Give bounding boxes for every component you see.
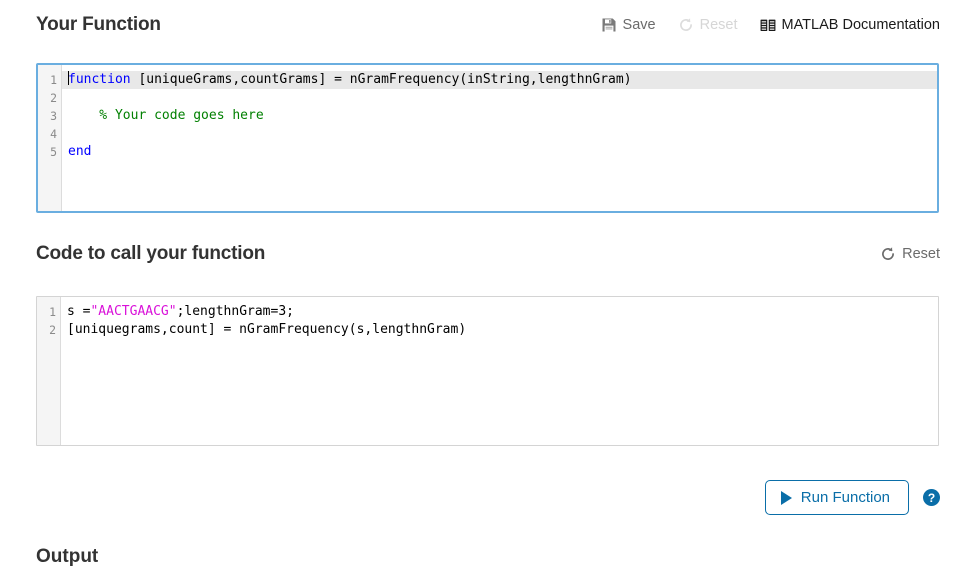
code-token: [uniquegrams,count] = nGramFrequency(s,l… (67, 322, 467, 337)
reset-call-button[interactable]: Reset (880, 246, 940, 262)
code-token: % Your code goes here (68, 108, 264, 123)
call-code-editor[interactable]: 12 s ="AACTGAACG";lengthnGram=3; [uniqueg… (36, 296, 939, 446)
matlab-documentation-label: MATLAB Documentation (781, 17, 941, 33)
function-code-editor[interactable]: 1 2 3 4 5 function [uniqueGrams,countGrams] … (36, 63, 939, 213)
code-line: s ="AACTGAACG";lengthnGram=3; (61, 303, 938, 321)
call-editor-gutter: 12 (37, 297, 61, 445)
refresh-icon (880, 246, 896, 262)
save-label: Save (622, 17, 656, 33)
code-token: [uniqueGrams,countGrams] = nGramFrequenc… (130, 72, 632, 87)
line-number: 4 (50, 127, 57, 141)
code-token: "AACTGAACG" (90, 304, 177, 319)
refresh-icon (678, 17, 694, 33)
line-number: 1 (50, 73, 57, 87)
book-icon (760, 17, 776, 33)
run-row: Run Function ? (764, 480, 940, 515)
code-line: function [uniqueGrams,countGrams] = nGra… (62, 71, 937, 89)
code-line: end (62, 143, 937, 161)
reset-function-label: Reset (699, 17, 738, 33)
reset-call-label: Reset (902, 246, 940, 262)
code-line: [uniquegrams,count] = nGramFrequency(s,l… (61, 321, 938, 339)
run-function-label: Run Function (800, 489, 890, 506)
code-token: function (68, 72, 131, 87)
code-line: % Your code goes here (62, 107, 937, 125)
run-function-button[interactable]: Run Function (764, 480, 909, 515)
call-editor-code[interactable]: s ="AACTGAACG";lengthnGram=3; [uniquegram… (61, 297, 938, 445)
code-token: s = (67, 304, 91, 319)
function-editor-code[interactable]: function [uniqueGrams,countGrams] = nGra… (62, 65, 937, 211)
line-number: 1 (49, 305, 56, 319)
reset-function-button[interactable]: Reset (678, 17, 738, 33)
line-number: 3 (50, 109, 57, 123)
function-toolbar: Save Reset MATLAB Documentation (601, 17, 940, 33)
question-mark-icon[interactable]: ? (923, 489, 940, 506)
page-title: Your Function (36, 14, 161, 35)
matlab-grader-page: Your Function Save Reset MATLAB Document… (0, 0, 976, 567)
call-toolbar: Reset (880, 246, 940, 262)
line-number: 2 (50, 91, 57, 105)
matlab-documentation-link[interactable]: MATLAB Documentation (760, 17, 941, 33)
save-button[interactable]: Save (601, 17, 656, 33)
call-section-title: Code to call your function (36, 243, 266, 264)
function-section-header: Your Function Save Reset MATLAB Document… (36, 14, 940, 36)
code-token: end (68, 144, 92, 159)
play-triangle-icon (780, 490, 792, 505)
output-section-title: Output (36, 546, 99, 567)
function-editor-gutter: 1 2 3 4 5 (38, 65, 62, 211)
floppy-disk-icon (601, 17, 617, 33)
call-section-header: Code to call your function Reset (36, 243, 940, 265)
line-number: 2 (49, 323, 56, 337)
code-token: ;lengthnGram=3; (176, 304, 294, 319)
line-number: 5 (50, 145, 57, 159)
